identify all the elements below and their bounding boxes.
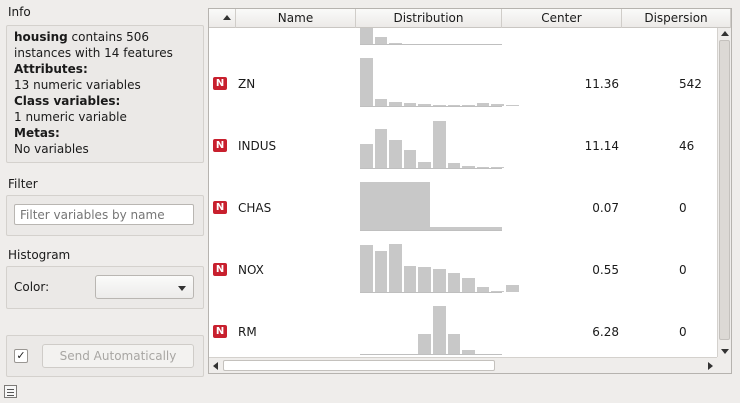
histogram-baseline <box>360 292 502 293</box>
histogram-bar <box>360 144 373 168</box>
info-panel: housing contains 506 instances with 14 f… <box>6 25 204 163</box>
distribution-histogram <box>356 114 504 176</box>
variable-name: NOX <box>238 263 264 277</box>
dataset-name: housing <box>14 30 68 44</box>
info-summary: housing contains 506 instances with 14 f… <box>14 29 196 61</box>
histogram-bar <box>389 140 402 168</box>
histogram-bar <box>403 150 417 168</box>
histogram-bar <box>360 245 373 292</box>
histogram-bar <box>418 267 431 292</box>
table-header: Name Distribution Center Dispersion <box>209 9 731 28</box>
table-row[interactable]: N ZN 11.36 542 <box>209 52 717 114</box>
dispersion-value: 46 <box>679 139 695 153</box>
histogram-title: Histogram <box>8 248 71 262</box>
distribution-histogram <box>356 28 502 52</box>
send-automatically-checkbox[interactable]: ✓ <box>14 349 28 363</box>
histogram-bar <box>360 182 430 230</box>
scroll-right-icon[interactable] <box>708 362 713 370</box>
vertical-scrollbar[interactable] <box>717 28 731 357</box>
histogram-bar <box>389 244 402 292</box>
histogram-bar <box>433 306 446 354</box>
class-value: 1 numeric variable <box>14 110 127 124</box>
attributes-value: 13 numeric variables <box>14 78 141 92</box>
numeric-badge: N <box>213 139 227 152</box>
histogram-bar <box>433 120 446 168</box>
table-row[interactable]: N CHAS 0.07 0 <box>209 176 717 238</box>
dispersion-value: 542 <box>679 77 702 91</box>
distribution-histogram <box>356 238 519 300</box>
feature-table: Name Distribution Center Dispersion N ZN… <box>208 8 732 374</box>
column-header-dispersion[interactable]: Dispersion <box>622 9 731 28</box>
histogram-bar <box>418 333 431 354</box>
histogram-bar <box>360 58 373 106</box>
table-row[interactable]: N RM 6.28 0 <box>209 300 717 357</box>
scroll-corner <box>717 357 731 373</box>
histogram-bar <box>433 269 446 292</box>
histogram-baseline <box>360 44 502 45</box>
scroll-up-icon[interactable] <box>721 31 729 36</box>
numeric-badge: N <box>213 77 227 90</box>
column-header-center[interactable]: Center <box>502 9 622 28</box>
vertical-scroll-thumb[interactable] <box>719 40 730 340</box>
center-value: 6.28 <box>592 325 619 339</box>
histogram-bar <box>506 104 519 106</box>
column-header-type[interactable] <box>209 9 236 28</box>
horizontal-scrollbar[interactable] <box>209 357 717 373</box>
center-value: 0.07 <box>592 201 619 215</box>
dispersion-value: 0 <box>679 325 687 339</box>
info-title: Info <box>8 5 31 19</box>
histogram-bar <box>360 28 373 44</box>
attributes-label: Attributes: <box>14 62 88 76</box>
variable-name: INDUS <box>238 139 277 153</box>
histogram-bar <box>462 277 475 292</box>
horizontal-scroll-thumb[interactable] <box>223 360 495 371</box>
column-header-distribution[interactable]: Distribution <box>356 9 502 28</box>
histogram-bar <box>374 36 388 44</box>
metas-label: Metas: <box>14 126 60 140</box>
distribution-histogram <box>356 300 502 357</box>
table-row[interactable]: N INDUS 11.14 46 <box>209 114 717 176</box>
dispersion-value: 0 <box>679 263 687 277</box>
histogram-bar <box>447 333 461 354</box>
variable-name: CHAS <box>238 201 272 215</box>
center-value: 11.14 <box>584 139 619 153</box>
dispersion-value: 0 <box>679 201 687 215</box>
histogram-bar <box>447 272 461 292</box>
distribution-histogram <box>356 176 502 238</box>
class-label: Class variables: <box>14 94 121 108</box>
center-value: 11.36 <box>584 77 619 91</box>
filter-input[interactable] <box>14 204 194 225</box>
histogram-baseline <box>360 354 502 355</box>
table-row[interactable] <box>209 28 717 52</box>
column-header-name[interactable]: Name <box>236 9 356 28</box>
report-icon[interactable] <box>4 385 17 398</box>
chevron-down-icon <box>178 286 186 291</box>
histogram-baseline <box>360 230 502 231</box>
histogram-baseline <box>360 106 502 107</box>
variable-name: ZN <box>238 77 256 91</box>
histogram-bar <box>374 128 388 168</box>
numeric-badge: N <box>213 201 227 214</box>
histogram-bar <box>506 284 519 292</box>
color-label: Color: <box>14 280 50 294</box>
histogram-baseline <box>360 168 502 169</box>
numeric-badge: N <box>213 263 227 276</box>
histogram-bar <box>374 98 388 106</box>
filter-title: Filter <box>8 177 38 191</box>
sort-up-icon <box>223 15 231 20</box>
send-automatically-button[interactable]: Send Automatically <box>42 344 194 368</box>
table-row[interactable]: N NOX 0.55 0 <box>209 238 717 300</box>
numeric-badge: N <box>213 325 227 338</box>
table-body: N ZN 11.36 542 N INDUS 11.14 46 N CHAS 0… <box>209 28 717 357</box>
histogram-bar <box>403 265 417 292</box>
distribution-histogram <box>356 52 519 114</box>
center-value: 0.55 <box>592 263 619 277</box>
color-select[interactable] <box>95 275 194 299</box>
metas-value: No variables <box>14 142 89 156</box>
variable-name: RM <box>238 325 257 339</box>
histogram-bar <box>374 251 388 292</box>
scroll-left-icon[interactable] <box>213 362 218 370</box>
scroll-down-icon[interactable] <box>721 349 729 354</box>
